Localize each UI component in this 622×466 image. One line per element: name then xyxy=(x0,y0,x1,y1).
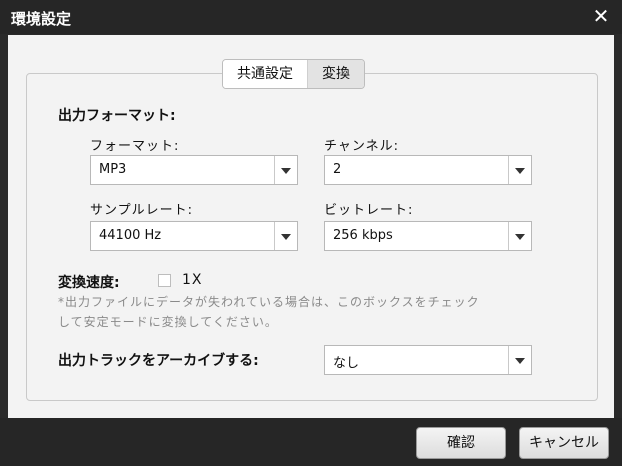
sample-rate-label: サンプルレート: xyxy=(90,203,193,218)
speed-1x-checkbox[interactable] xyxy=(158,274,171,287)
sample-rate-value: 44100 Hz xyxy=(99,228,162,243)
conversion-speed-label: 変換速度: xyxy=(58,275,120,291)
tab-bar: 共通設定 変換 xyxy=(222,59,365,89)
archive-dropdown-arrow-icon[interactable] xyxy=(508,346,531,374)
channel-select[interactable]: 2 xyxy=(324,155,532,185)
archive-tracks-label: 出力トラックをアーカイブする: xyxy=(58,353,259,369)
speed-note-line-2: して安定モードに変換してください。 xyxy=(58,315,278,329)
archive-tracks-value: なし xyxy=(333,356,360,371)
sample-rate-dropdown-arrow-icon[interactable] xyxy=(274,222,297,250)
title-bar: 環境設定 ✕ xyxy=(0,0,622,34)
bit-rate-value: 256 kbps xyxy=(333,228,393,243)
tab-convert[interactable]: 変換 xyxy=(307,60,364,88)
dialog-footer: 確認 キャンセル xyxy=(0,418,622,466)
output-format-heading: 出力フォーマット: xyxy=(58,108,176,124)
bit-rate-dropdown-arrow-icon[interactable] xyxy=(508,222,531,250)
bit-rate-label: ビットレート: xyxy=(324,203,414,218)
dialog-content: 共通設定 変換 出力フォーマット: フォーマット: MP3 チャンネル: 2 サ… xyxy=(8,35,614,418)
preferences-dialog: 環境設定 ✕ 共通設定 変換 出力フォーマット: フォーマット: MP3 チャン… xyxy=(0,0,622,466)
speed-1x-label: 1X xyxy=(182,272,203,288)
format-label: フォーマット: xyxy=(90,139,180,154)
tab-general[interactable]: 共通設定 xyxy=(223,60,307,88)
format-dropdown-arrow-icon[interactable] xyxy=(274,156,297,184)
channel-value: 2 xyxy=(333,162,342,177)
channel-label: チャンネル: xyxy=(324,139,399,154)
cancel-button[interactable]: キャンセル xyxy=(519,427,609,459)
dialog-title: 環境設定 xyxy=(11,10,72,28)
format-value: MP3 xyxy=(99,162,127,177)
speed-note-line-1: *出力ファイルにデータが失われている場合は、このボックスをチェック xyxy=(58,295,480,309)
format-select[interactable]: MP3 xyxy=(90,155,298,185)
close-icon[interactable]: ✕ xyxy=(589,4,613,28)
ok-button[interactable]: 確認 xyxy=(416,427,506,459)
archive-tracks-select[interactable]: なし xyxy=(324,345,532,375)
channel-dropdown-arrow-icon[interactable] xyxy=(508,156,531,184)
bit-rate-select[interactable]: 256 kbps xyxy=(324,221,532,251)
sample-rate-select[interactable]: 44100 Hz xyxy=(90,221,298,251)
